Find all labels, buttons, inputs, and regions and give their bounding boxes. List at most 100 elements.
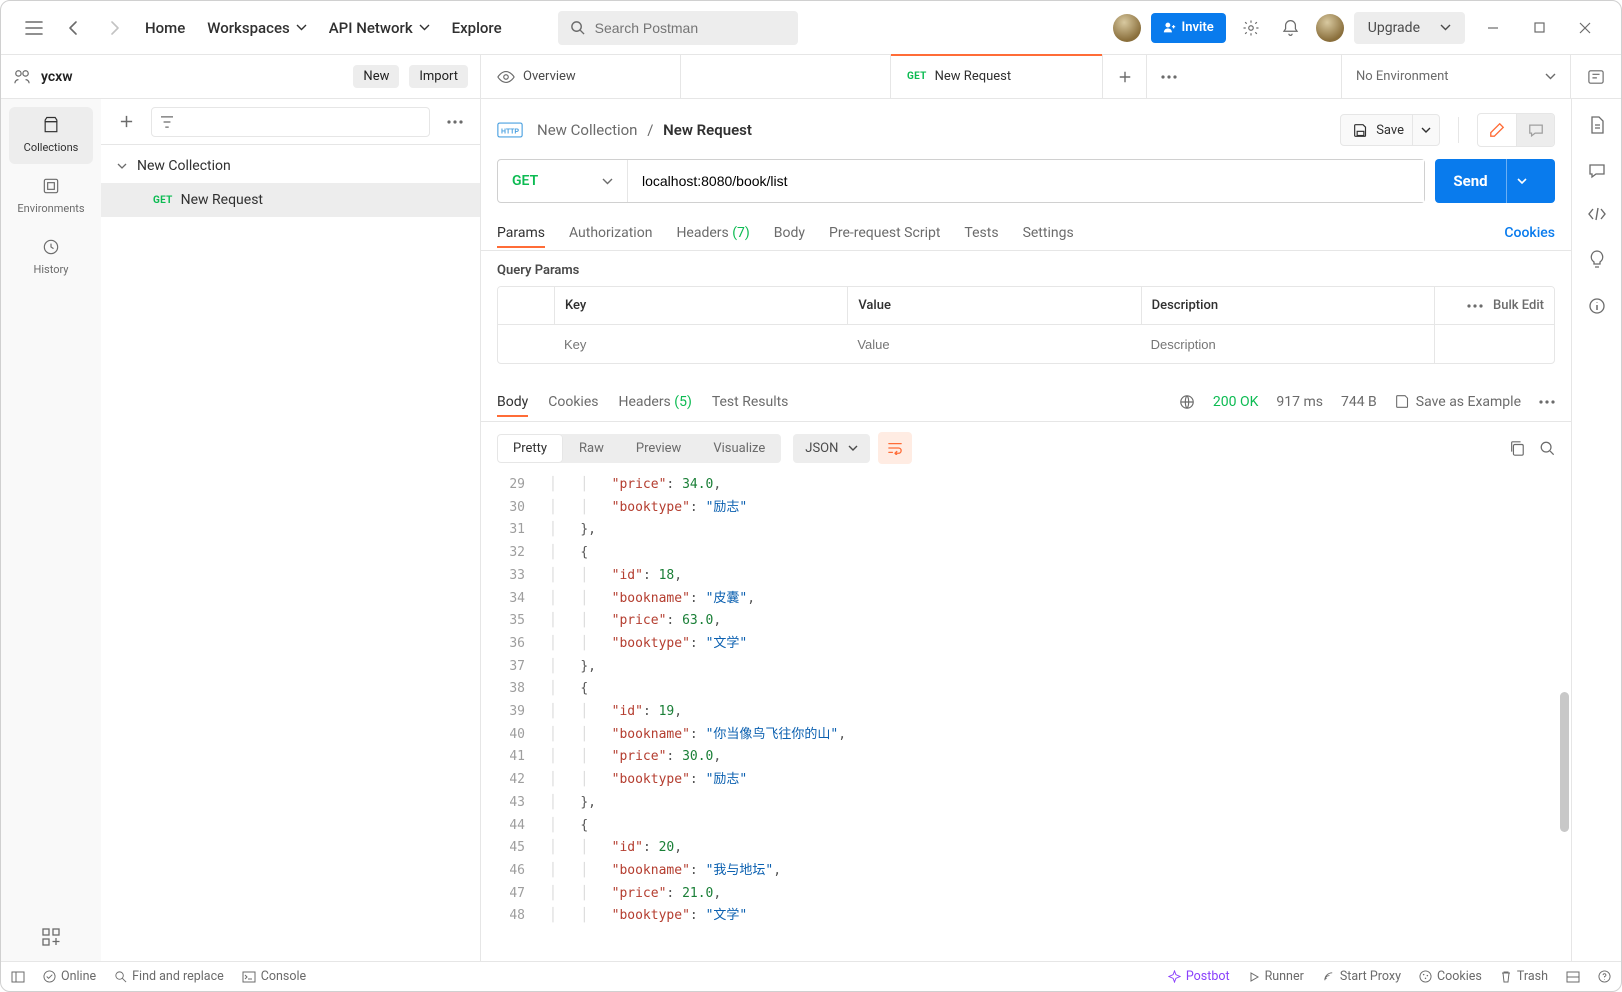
sb-layout[interactable] xyxy=(11,971,25,983)
scrollbar-thumb[interactable] xyxy=(1560,692,1569,832)
tab-overview[interactable]: Overview xyxy=(481,55,681,98)
ellipsis-icon[interactable] xyxy=(1467,304,1483,308)
code-button[interactable] xyxy=(1587,207,1607,221)
environment-quicklook[interactable] xyxy=(1571,55,1621,98)
sb-two-pane[interactable] xyxy=(1566,971,1580,983)
bulk-edit-link[interactable]: Bulk Edit xyxy=(1493,298,1544,313)
copy-button[interactable] xyxy=(1509,440,1525,457)
response-body[interactable]: 29│ │ "price": 34.0,30│ │ "booktype": "励… xyxy=(481,474,1571,961)
response-size: 744 B xyxy=(1341,394,1377,410)
save-as-example[interactable]: Save as Example xyxy=(1395,394,1521,410)
reqtab-authorization[interactable]: Authorization xyxy=(569,219,652,247)
notifications-button[interactable] xyxy=(1276,13,1306,43)
param-key-input[interactable] xyxy=(554,325,847,363)
nav-back-button[interactable] xyxy=(59,13,89,43)
view-preview[interactable]: Preview xyxy=(620,434,697,463)
http-icon: HTTP xyxy=(497,121,523,139)
rail-environments[interactable]: Environments xyxy=(9,168,93,225)
workspace-name[interactable]: ycxw xyxy=(41,69,343,85)
param-value-input[interactable] xyxy=(847,325,1140,363)
request-row[interactable]: GET New Request xyxy=(101,183,480,217)
chevron-down-icon xyxy=(1440,24,1451,31)
sb-find-replace[interactable]: Find and replace xyxy=(114,969,224,984)
chevron-down-icon xyxy=(602,178,613,185)
nav-forward-button[interactable] xyxy=(99,13,129,43)
view-raw[interactable]: Raw xyxy=(563,434,620,463)
window-close[interactable] xyxy=(1567,22,1603,34)
sb-cookies[interactable]: Cookies xyxy=(1419,969,1482,984)
resptab-body[interactable]: Body xyxy=(497,388,528,416)
upgrade-button[interactable]: Upgrade xyxy=(1354,12,1465,44)
sparkle-icon xyxy=(1168,970,1181,983)
new-button[interactable]: New xyxy=(353,65,399,88)
nav-home[interactable]: Home xyxy=(139,15,191,41)
resptab-cookies[interactable]: Cookies xyxy=(548,388,598,416)
comment-button[interactable] xyxy=(1516,114,1554,146)
tab-new-request[interactable]: GET New Request xyxy=(891,55,1103,98)
sb-trash[interactable]: Trash xyxy=(1500,969,1548,984)
sb-postbot[interactable]: Postbot xyxy=(1168,969,1230,984)
chevron-down-icon xyxy=(1545,73,1556,80)
related-button[interactable] xyxy=(1588,249,1606,269)
sb-runner[interactable]: Runner xyxy=(1248,969,1304,984)
nav-api-network[interactable]: API Network xyxy=(323,15,436,41)
search-icon xyxy=(114,970,127,983)
tab-untitled[interactable] xyxy=(681,55,891,98)
comments-button[interactable] xyxy=(1588,163,1606,179)
sb-start-proxy[interactable]: Start Proxy xyxy=(1322,969,1401,984)
param-desc-input[interactable] xyxy=(1141,325,1434,363)
import-button[interactable]: Import xyxy=(409,65,468,88)
cookies-link[interactable]: Cookies xyxy=(1504,225,1555,241)
reqtab-prerequest[interactable]: Pre-request Script xyxy=(829,219,940,247)
invite-button[interactable]: Invite xyxy=(1151,13,1226,43)
create-collection-button[interactable] xyxy=(111,107,141,137)
save-button[interactable]: Save xyxy=(1340,114,1440,146)
hamburger-menu[interactable] xyxy=(19,13,49,43)
method-badge: GET xyxy=(907,71,927,82)
edit-button[interactable] xyxy=(1478,114,1516,146)
sb-help[interactable] xyxy=(1598,970,1611,983)
format-select[interactable]: JSON xyxy=(793,434,870,463)
response-more-button[interactable] xyxy=(1539,400,1555,404)
send-button[interactable]: Send xyxy=(1435,159,1555,203)
sb-console[interactable]: Console xyxy=(242,969,306,984)
user-avatar[interactable] xyxy=(1316,14,1344,42)
sb-online[interactable]: Online xyxy=(43,969,96,984)
globe-icon[interactable] xyxy=(1179,394,1195,410)
environment-select[interactable]: No Environment xyxy=(1341,55,1571,98)
breadcrumb[interactable]: New Collection / New Request xyxy=(537,121,752,139)
rail-collections[interactable]: Collections xyxy=(9,107,93,164)
settings-button[interactable] xyxy=(1236,13,1266,43)
method-select[interactable]: GET xyxy=(498,160,628,202)
tree-filter[interactable] xyxy=(151,107,430,137)
rail-history[interactable]: History xyxy=(9,229,93,286)
nav-explore[interactable]: Explore xyxy=(446,15,508,41)
rail-configure[interactable] xyxy=(9,921,93,953)
tab-actions-button[interactable] xyxy=(1147,55,1191,98)
code-line: 36│ │ "booktype": "文学" xyxy=(481,633,1571,656)
reqtab-tests[interactable]: Tests xyxy=(964,219,998,247)
wrap-lines-button[interactable] xyxy=(878,432,912,464)
collection-row[interactable]: New Collection xyxy=(101,149,480,183)
tree-more-button[interactable] xyxy=(440,107,470,137)
search-in-response[interactable] xyxy=(1539,440,1555,456)
new-tab-button[interactable] xyxy=(1103,55,1147,98)
reqtab-body[interactable]: Body xyxy=(774,219,805,247)
docs-button[interactable] xyxy=(1588,115,1606,135)
url-input[interactable] xyxy=(628,160,1424,202)
global-search-input[interactable] xyxy=(593,19,786,37)
eye-icon xyxy=(497,70,515,84)
reqtab-headers[interactable]: Headers (7) xyxy=(676,219,749,247)
view-pretty[interactable]: Pretty xyxy=(497,434,563,463)
resptab-test-results[interactable]: Test Results xyxy=(712,388,789,416)
reqtab-params[interactable]: Params xyxy=(497,219,545,247)
info-button[interactable] xyxy=(1588,297,1606,315)
view-visualize[interactable]: Visualize xyxy=(697,434,781,463)
window-minimize[interactable] xyxy=(1475,22,1511,34)
reqtab-settings[interactable]: Settings xyxy=(1023,219,1074,247)
window-maximize[interactable] xyxy=(1521,22,1557,33)
nav-workspaces[interactable]: Workspaces xyxy=(201,15,312,41)
team-avatar[interactable] xyxy=(1113,14,1141,42)
global-search[interactable] xyxy=(558,11,798,45)
resptab-headers[interactable]: Headers (5) xyxy=(618,388,691,416)
